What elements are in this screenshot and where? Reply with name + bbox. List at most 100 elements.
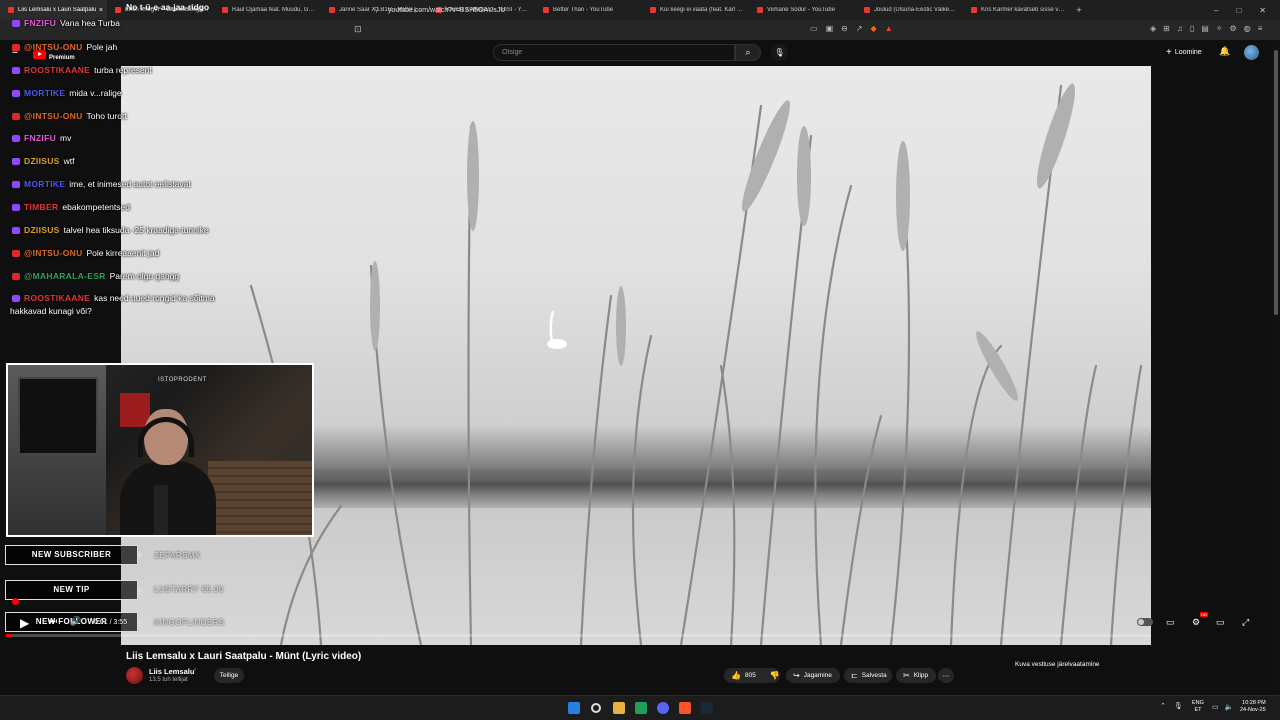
search-icon[interactable]: [591, 703, 601, 713]
chat-text: wtf: [63, 156, 75, 166]
bookmark-icon: ⊏: [851, 671, 858, 680]
new-tab-button[interactable]: +: [1070, 5, 1088, 15]
theater-mode-button[interactable]: ▭: [1216, 617, 1225, 628]
sidebar-icon[interactable]: ▯: [1190, 24, 1194, 33]
menu-icon[interactable]: ≡: [1258, 24, 1263, 33]
music-icon[interactable]: ♫: [1177, 24, 1183, 33]
share-label: Jagamine: [803, 672, 832, 679]
notifications-bell-icon[interactable]: 🔔: [1219, 46, 1230, 57]
screen: Liis Lemsalu x Lauri Saatpalu × Erich Kr…: [0, 0, 1280, 720]
channel-name[interactable]: Liis Lemsalu: [149, 667, 194, 676]
share-page-icon[interactable]: ↗: [856, 24, 863, 33]
chat-message: ROOSTIKAANE kas need uued rongid ka sõitm…: [12, 291, 215, 305]
show-chat-replay-button[interactable]: Kuva vestluse järelvaatamine: [1015, 661, 1100, 668]
steam-icon[interactable]: [701, 702, 713, 714]
app-icon[interactable]: [635, 702, 647, 714]
webcam-sign: ISTOPRODENT: [158, 377, 207, 383]
chat-continuation: hakkavad kunagi või?: [10, 306, 92, 316]
vpn-icon[interactable]: ◍: [1244, 24, 1251, 33]
brave-rewards-icon[interactable]: ▲: [885, 24, 893, 33]
chat-message: TIMBER ebakompetentsed: [12, 200, 130, 214]
zoom-icon[interactable]: ⊖: [841, 24, 848, 33]
taskbar-clock[interactable]: 10:28 PM 24-Nov-25: [1240, 700, 1266, 714]
chat-text: talvel hea tiksuda -25 kraadiga tunnike: [63, 225, 209, 235]
chat-username: ROOSTIKAANE: [24, 65, 91, 75]
site-info-icon[interactable]: ⚲: [374, 6, 379, 14]
progress-bar[interactable]: [6, 634, 1151, 637]
tab-title: Kris Kärmer kavatseb sisse võitsega: [981, 7, 1065, 13]
chat-message: MORTIKE ime, et inimesed autot eelistavat: [12, 177, 191, 191]
bookmark-icon[interactable]: ⊡: [354, 24, 362, 35]
streamer-body: [120, 461, 216, 535]
brave-shield-icon[interactable]: ◆: [871, 24, 877, 33]
webcam-overlay: ISTOPRODENT: [6, 363, 314, 537]
fullscreen-button[interactable]: ⤢: [1242, 617, 1249, 628]
wallet-icon[interactable]: ▤: [1201, 24, 1209, 33]
extension-icon[interactable]: ⚙: [1230, 24, 1237, 33]
close-window-button[interactable]: ✕: [1259, 6, 1266, 15]
thumbs-down-icon[interactable]: 👎: [770, 671, 780, 680]
extension-icon[interactable]: ✧: [1216, 24, 1223, 33]
tray-chevron-icon[interactable]: ⌃: [1160, 702, 1166, 710]
youtube-icon: [12, 249, 20, 257]
brave-browser-icon[interactable]: [679, 702, 691, 714]
browser-tab[interactable]: Raul Ojamaa feat. Muudu, Gustav: [214, 0, 321, 20]
chat-message: FNZIFU Vana hea Turba: [12, 16, 120, 30]
browser-tab[interactable]: Kris Kärmer kavatseb sisse võitsega: [963, 0, 1070, 20]
verified-icon: ✓: [192, 668, 198, 674]
subtitles-button[interactable]: ▭: [1166, 617, 1175, 628]
cast-icon[interactable]: ▭: [810, 24, 818, 33]
youtube-icon: [329, 7, 335, 13]
language-bottom: ET: [1194, 707, 1202, 713]
volume-icon[interactable]: 🔈: [1225, 703, 1234, 711]
chat-message: @MAHARALA-ESR Parem olgu gangg: [12, 269, 179, 283]
clip-button[interactable]: ✂ Klipp: [896, 668, 936, 683]
autoplay-toggle[interactable]: [1137, 618, 1153, 626]
microphone-icon: 🎙: [774, 48, 785, 57]
thumbs-up-icon[interactable]: 👍: [731, 671, 741, 680]
twitch-icon: [12, 157, 20, 165]
create-button[interactable]: + Loomine: [1166, 47, 1202, 58]
share-button[interactable]: ↪ Jagamine: [786, 668, 840, 683]
video-player[interactable]: [121, 66, 1151, 645]
like-count[interactable]: 805: [745, 672, 756, 679]
pip-icon[interactable]: ▣: [826, 24, 834, 33]
channel-avatar[interactable]: [126, 667, 143, 684]
share-icon: ↪: [793, 671, 800, 680]
voice-search-button[interactable]: 🎙: [771, 44, 788, 61]
chat-username: FNZIFU: [24, 133, 57, 143]
windows-start-icon[interactable]: [568, 702, 580, 714]
chat-text: ebakompetentsed: [62, 202, 130, 212]
scrollbar-thumb[interactable]: [1274, 50, 1278, 315]
alert-follower-value: KINGOFLINDERS: [154, 618, 225, 627]
url-field[interactable]: ⚲ youtube.com/watch?v=BSH5OAUsJU: [372, 3, 912, 17]
maximize-button[interactable]: □: [1236, 6, 1241, 15]
subscribe-button[interactable]: Tellige: [214, 668, 244, 683]
search-input[interactable]: Otsige: [493, 44, 735, 61]
system-tray: ⌃ 🎙: [1160, 702, 1183, 710]
youtube-icon: [12, 112, 20, 120]
page-scrollbar[interactable]: [1272, 40, 1280, 695]
avatar[interactable]: [1244, 45, 1259, 60]
tab-close-icon[interactable]: ×: [99, 7, 103, 14]
twitch-icon: [12, 294, 20, 302]
more-actions-button[interactable]: ⋯: [938, 668, 954, 683]
next-button[interactable]: ⏭: [49, 616, 57, 627]
discord-icon[interactable]: [657, 702, 669, 714]
chat-text: mv: [60, 133, 72, 143]
extension-icon[interactable]: ⊞: [1163, 24, 1170, 33]
twitch-icon: [12, 203, 20, 211]
save-button[interactable]: ⊏ Salvesta: [844, 668, 892, 683]
volume-button[interactable]: 🔊: [70, 616, 81, 627]
play-button[interactable]: ▶: [20, 616, 29, 630]
extension-icon[interactable]: ◈: [1150, 24, 1156, 33]
mic-tray-icon[interactable]: 🎙: [1174, 702, 1183, 710]
chat-message: ROOSTIKAANE turba represent: [12, 63, 152, 77]
minimize-button[interactable]: –: [1214, 6, 1218, 15]
network-icon[interactable]: ▭: [1212, 703, 1219, 711]
language-indicator[interactable]: ENG ET: [1192, 700, 1204, 714]
progress-scrubber[interactable]: [12, 598, 19, 605]
search-button[interactable]: ⌕: [735, 44, 761, 61]
file-explorer-icon[interactable]: [613, 702, 625, 714]
settings-button[interactable]: ⚙: [1192, 617, 1200, 628]
